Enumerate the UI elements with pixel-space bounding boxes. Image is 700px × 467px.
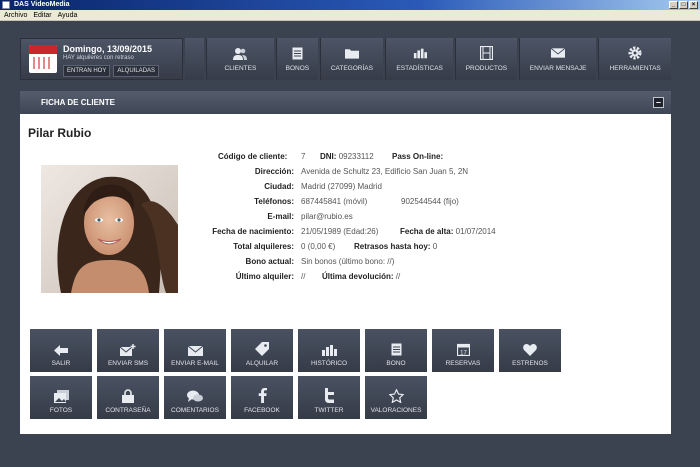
- twitter-icon: [325, 388, 334, 403]
- client-photo: [41, 165, 178, 293]
- signup-date-value: 01/07/2014: [455, 227, 496, 236]
- nav-herramientas[interactable]: HERRAMIENTAS: [598, 38, 671, 80]
- alquilar-button[interactable]: ALQUILAR: [231, 329, 293, 372]
- close-button[interactable]: ×: [689, 1, 698, 9]
- window-title-bar: DAS VideoMedia _ □ ×: [0, 0, 700, 10]
- minimize-button[interactable]: _: [669, 1, 678, 9]
- sms-icon: [120, 344, 136, 356]
- window-title: DAS VideoMedia: [14, 1, 70, 8]
- envelope-icon: [187, 346, 203, 356]
- late-returns-label: Retrasos hasta hoy:: [354, 242, 431, 251]
- photos-icon: [53, 390, 69, 403]
- top-toolbar: Domingo, 13/09/2015 HAY alquileres con r…: [20, 38, 671, 80]
- valoraciones-button[interactable]: VALORACIONES: [365, 376, 427, 419]
- menu-archivo[interactable]: Archivo: [4, 10, 27, 20]
- email-value[interactable]: pilar@rubio.es: [301, 212, 353, 221]
- bar-chart-icon: [413, 47, 427, 60]
- comentarios-button[interactable]: COMENTARIOS: [164, 376, 226, 419]
- star-icon: [388, 389, 404, 403]
- phone-fixed: 902544544 (fijo): [401, 197, 459, 206]
- client-panel: FICHA DE CLIENTE – Pilar Rubio Código de…: [20, 91, 671, 434]
- salir-button[interactable]: SALIR: [30, 329, 92, 372]
- lock-icon: [122, 389, 134, 403]
- estrenos-button[interactable]: ESTRENOS: [499, 329, 561, 372]
- dni-label: DNI:: [320, 152, 337, 161]
- film-icon: [479, 46, 493, 60]
- calendar-icon: 17: [456, 343, 470, 357]
- enviar-email-button[interactable]: ENVIAR E-MAIL: [164, 329, 226, 372]
- arrow-left-icon: [54, 345, 68, 356]
- nav-bonos[interactable]: BONOS: [276, 38, 318, 80]
- facebook-icon: [258, 388, 267, 403]
- date-box: Domingo, 13/09/2015 HAY alquileres con r…: [20, 38, 183, 80]
- total-rentals-value: 0 (0,00 €): [301, 242, 336, 251]
- document-icon: [391, 343, 401, 356]
- heart-icon: [523, 344, 537, 356]
- phones-label: Teléfonos:: [254, 197, 294, 206]
- email-label: E-mail:: [267, 212, 294, 221]
- collapse-button[interactable]: –: [653, 97, 664, 108]
- last-rental-value: //: [301, 272, 306, 281]
- menu-ayuda[interactable]: Ayuda: [58, 10, 78, 20]
- bono-button[interactable]: BONO: [365, 329, 427, 372]
- historico-button[interactable]: HISTÓRICO: [298, 329, 360, 372]
- panel-title: FICHA DE CLIENTE: [41, 98, 115, 107]
- gear-icon: [628, 46, 642, 60]
- current-date: Domingo, 13/09/2015: [63, 44, 153, 54]
- panel-header: FICHA DE CLIENTE –: [20, 91, 671, 114]
- calendar-icon: [29, 45, 57, 73]
- contrasena-button[interactable]: CONTRASEÑA: [97, 376, 159, 419]
- tag-icon: [255, 342, 269, 356]
- signup-date-label: Fecha de alta:: [400, 227, 454, 236]
- pass-online-label: Pass On-line:: [392, 152, 444, 161]
- late-returns-value: 0: [432, 242, 438, 251]
- address-label: Dirección:: [254, 167, 294, 176]
- city-value: Madrid (27099) Madrid: [301, 182, 382, 191]
- last-return-label: Última devolución:: [322, 272, 394, 281]
- document-icon: [290, 47, 304, 60]
- city-label: Ciudad:: [264, 182, 294, 191]
- last-return-value: //: [395, 272, 401, 281]
- address-value: Avenida de Schultz 23, Edificio San Juan…: [301, 167, 469, 176]
- twitter-button[interactable]: TWITTER: [298, 376, 360, 419]
- birth-date-value: 21/05/1989 (Edad:26): [301, 227, 379, 236]
- facebook-button[interactable]: FACEBOOK: [231, 376, 293, 419]
- envelope-icon: [551, 47, 566, 60]
- nav-clientes[interactable]: CLIENTES: [205, 38, 275, 80]
- fotos-button[interactable]: FOTOS: [30, 376, 92, 419]
- folder-icon: [344, 47, 359, 60]
- app-icon: [2, 1, 10, 9]
- users-icon: [233, 47, 248, 60]
- last-rental-label: Último alquiler:: [235, 272, 294, 281]
- current-bonus-value: Sin bonos (último bono: //): [301, 257, 395, 266]
- bar-chart-icon: [322, 345, 337, 356]
- entran-hoy-button[interactable]: ENTRAN HOY: [63, 65, 111, 77]
- current-bonus-label: Bono actual:: [245, 257, 294, 266]
- client-code: 7: [301, 152, 306, 161]
- client-code-label: Código de cliente:: [218, 152, 288, 161]
- nav-productos[interactable]: PRODUCTOS: [455, 38, 517, 80]
- late-rentals-notice: HAY alquileres con retraso: [63, 55, 134, 61]
- nav-estadisticas[interactable]: ESTADÍSTICAS: [385, 38, 454, 80]
- enviar-sms-button[interactable]: ENVIAR SMS: [97, 329, 159, 372]
- nav-categorias[interactable]: CATEGORÍAS: [319, 38, 384, 80]
- phone-mobile: 687445841 (móvil): [301, 197, 368, 206]
- nav-enviar-mensaje[interactable]: ENVIAR MENSAJE: [518, 38, 597, 80]
- comments-icon: [187, 390, 203, 402]
- menu-editar[interactable]: Editar: [33, 10, 51, 20]
- dni-value: 09233112: [338, 152, 374, 161]
- client-name: Pilar Rubio: [28, 126, 92, 140]
- menu-bar: Archivo Editar Ayuda: [0, 10, 700, 21]
- maximize-button[interactable]: □: [679, 1, 688, 9]
- svg-text:17: 17: [460, 351, 467, 357]
- total-rentals-label: Total alquileres:: [233, 242, 294, 251]
- reservas-button[interactable]: 17 RESERVAS: [432, 329, 494, 372]
- birth-date-label: Fecha de nacimiento:: [212, 227, 294, 236]
- alquiladas-button[interactable]: ALQUILADAS: [113, 65, 160, 77]
